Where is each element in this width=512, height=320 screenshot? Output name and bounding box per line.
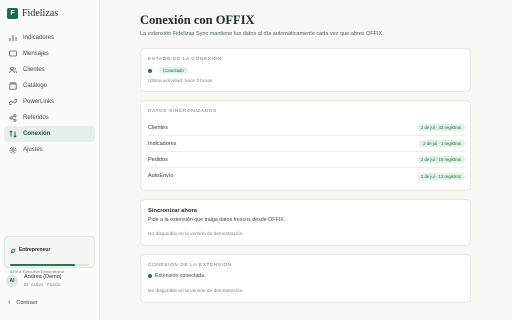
sidebar-item-label: Indicadores xyxy=(23,35,55,41)
sidebar-item-conexion[interactable]: Conexión xyxy=(4,126,95,142)
extension-connection-card: CONEXIÓN DE LA EXTENSIÓN Extensión conec… xyxy=(140,254,471,303)
sidebar-item-label: PowerLinks xyxy=(23,99,55,105)
sync-row-badge: 2 de jul · 18 registros xyxy=(416,156,465,163)
link-icon xyxy=(9,98,17,106)
sync-row-name: AutoEnvío xyxy=(148,173,174,179)
user-profile[interactable]: AI Andrea (Demo) ID: Activo · Fusión xyxy=(6,274,62,287)
sync-row-badge: 2 de jul · 42 registros xyxy=(416,124,465,131)
card-label: CONEXIÓN DE LA EXTENSIÓN xyxy=(148,263,232,268)
sync-row-name: Clientes xyxy=(148,124,168,131)
sidebar-item-referidos[interactable]: Referidos xyxy=(4,110,95,126)
card-label: ESTADO DE LA CONEXIÓN xyxy=(148,57,222,62)
sidebar-item-clientes[interactable]: Clientes xyxy=(4,62,95,78)
sync-row-pedidos: Pedidos 2 de jul · 18 registros xyxy=(148,152,465,168)
collapse-label: Contraer xyxy=(16,299,38,306)
avatar: AI xyxy=(6,274,18,287)
sync-now-note: No disponible en la versión de demostrac… xyxy=(148,232,244,237)
sync-row-autoenvio: AutoEnvío 2 de jul · 12 registros xyxy=(148,168,465,184)
sidebar-item-indicadores[interactable]: Indicadores xyxy=(4,30,95,46)
sidebar-item-label: Referidos xyxy=(23,115,49,121)
user-meta: ID: Activo · Fusión xyxy=(24,282,61,287)
sync-row-badge: 2 de jul · 12 registros xyxy=(416,172,465,180)
sync-icon xyxy=(9,130,17,138)
sync-row-clientes: Clientes 2 de jul · 42 registros xyxy=(148,120,465,136)
sidebar-item-ajustes[interactable]: Ajustes xyxy=(4,142,95,158)
plan-card[interactable]: Entrepreneur 82% a Executive Entrepreneu… xyxy=(4,236,95,274)
chevron-left-icon: ‹ xyxy=(8,299,11,306)
page-title: Conexión con OFFIX xyxy=(140,13,255,27)
status-dot-icon xyxy=(148,68,152,73)
page-subtitle: La extensión Fidelizas Sync mantiene tus… xyxy=(140,31,384,37)
sidebar-item-label: Conexión xyxy=(23,131,51,137)
sidebar-item-catalogo[interactable]: Catálogo xyxy=(4,78,95,94)
sidebar-item-label: Clientes xyxy=(23,67,45,73)
sync-now-description: Pide a la extensión que traiga datos fre… xyxy=(148,217,286,223)
plan-progress-fill xyxy=(10,264,75,266)
extension-status-dot-icon xyxy=(148,274,152,278)
connection-status-card: ESTADO DE LA CONEXIÓN Conectado Última a… xyxy=(140,48,471,92)
last-activity: Última actividad: hace 3 horas xyxy=(148,79,213,84)
brand[interactable]: F Fidelizas xyxy=(7,8,58,19)
sidebar-item-mensajes[interactable]: Mensajes xyxy=(4,46,95,62)
plan-name: Entrepreneur xyxy=(19,247,51,253)
synced-data-card: DATOS SINCRONIZADOS Clientes 2 de jul · … xyxy=(140,100,471,191)
sidebar-item-label: Catálogo xyxy=(23,83,48,89)
extension-note: No disponible en la versión de demostrac… xyxy=(148,289,244,294)
sidebar-item-label: Ajustes xyxy=(23,147,43,153)
chart-icon xyxy=(9,34,17,42)
sync-row-indicadores: Indicadores 2 de jul · 1 registros xyxy=(148,136,465,152)
share-icon xyxy=(9,114,17,122)
sidebar-item-powerlinks[interactable]: PowerLinks xyxy=(4,94,95,110)
message-icon xyxy=(9,50,17,58)
sync-row-name: Pedidos xyxy=(148,156,168,163)
sync-row-name: Indicadores xyxy=(148,140,177,147)
extension-status: Extensión conectada. xyxy=(155,273,206,279)
sidebar-nav: Indicadores Mensajes Clientes Catálogo P… xyxy=(4,30,95,158)
sidebar-item-label: Mensajes xyxy=(23,51,49,57)
status-badge: Conectado xyxy=(159,67,188,74)
brand-name: Fidelizas xyxy=(22,8,59,19)
brand-logo: F xyxy=(7,8,18,19)
card-label: DATOS SINCRONIZADOS xyxy=(148,109,217,114)
collapse-sidebar-button[interactable]: ‹ Contraer xyxy=(8,299,38,306)
user-name: Andrea (Demo) xyxy=(24,274,62,280)
sync-now-title: Sincronizar ahora xyxy=(148,208,197,214)
sidebar: F Fidelizas Indicadores Mensajes Cliente… xyxy=(0,0,100,320)
gear-icon xyxy=(9,146,17,154)
users-icon xyxy=(9,66,17,74)
box-icon xyxy=(9,82,17,90)
plan-progress-bar xyxy=(10,264,89,266)
leaf-icon xyxy=(10,241,16,259)
sync-now-card: Sincronizar ahora Pide a la extensión qu… xyxy=(140,199,471,246)
sync-row-badge: 2 de jul · 1 registros xyxy=(419,140,465,147)
